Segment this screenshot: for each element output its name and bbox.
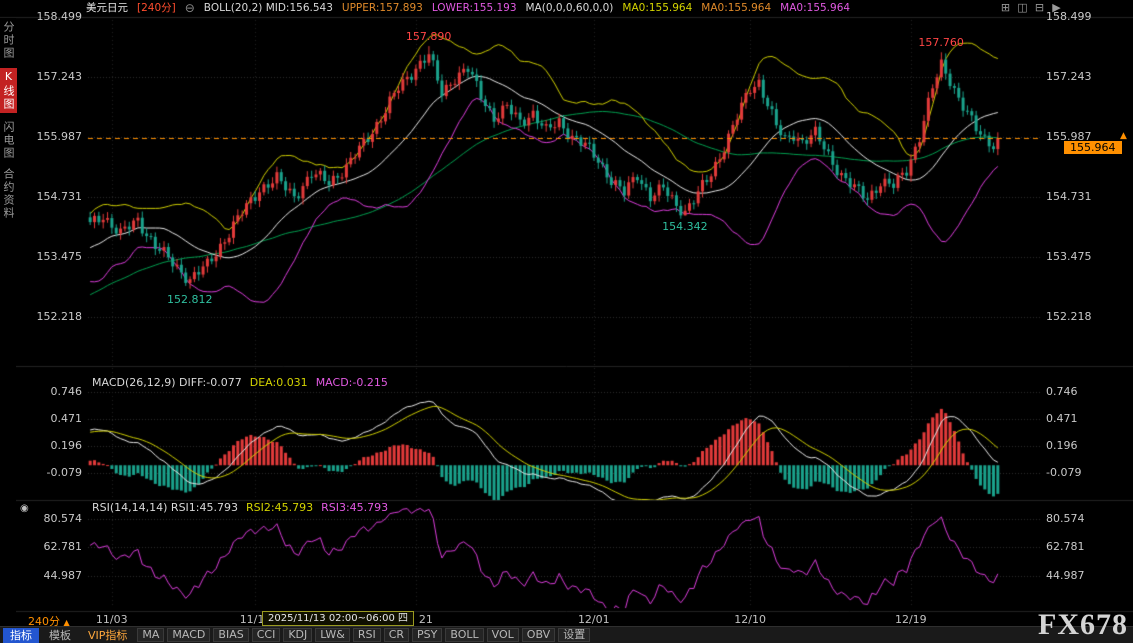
rsi-scale-label: 44.987 [1046,570,1085,582]
tab-contract-info[interactable]: 合约资料 [0,168,16,220]
tab-template[interactable]: 模板 [42,628,78,643]
layout-split-horizontal-icon[interactable]: ⊟ [1033,2,1046,14]
ma0-value-2: MA0:155.964 [701,0,771,17]
rsi-scale-label: 80.574 [1046,513,1085,525]
time-axis-label: 12/19 [895,613,927,626]
rsi-scale-label: 44.987 [34,570,82,582]
rsi-scale-label: 62.781 [34,541,82,553]
btn-ma[interactable]: MA [137,628,164,642]
rsi3-label: RSI3:45.793 [321,501,388,514]
macd-scale-label: 0.471 [1046,413,1078,425]
price-annotation: 154.342 [662,220,708,233]
rsi-scale-label: 80.574 [34,513,82,525]
btn-settings[interactable]: 设置 [558,628,590,642]
btn-lwr[interactable]: LW& [315,628,350,642]
boll-lower-label: LOWER:155.193 [432,0,517,17]
chart-header: 美元日元 [240分] ⊖ BOLL(20,2) MID:156.543 UPP… [86,0,850,17]
btn-psy[interactable]: PSY [412,628,442,642]
macd-scale-label: 0.746 [34,386,82,398]
tab-time-chart[interactable]: 分时图 [0,21,16,60]
macd-scale-label: 0.746 [1046,386,1078,398]
tab-flash-chart[interactable]: 闪电图 [0,121,16,160]
macd-value-label: MACD:-0.215 [316,376,388,389]
price-scale-label: 158.499 [34,11,82,23]
watermark: FX678 [1038,608,1128,642]
price-scale-label: 157.243 [34,71,82,83]
boll-indicator-label: BOLL(20,2) MID:156.543 [204,0,333,17]
zoom-out-icon[interactable]: ⊖ [185,0,195,17]
panel-marker-icon[interactable]: ◉ [20,503,29,514]
macd-header: MACD(26,12,9) DIFF:-0.077 DEA:0.031 MACD… [92,376,388,389]
layout-icon-group: ⊞ ◫ ⊟ ▶ [999,2,1063,14]
rsi2-label: RSI2:45.793 [246,501,313,514]
btn-cci[interactable]: CCI [252,628,281,642]
macd-title: MACD(26,12,9) DIFF:-0.077 [92,376,242,389]
symbol-title: 美元日元 [86,0,128,17]
current-price-arrow-icon: ▲ [1120,131,1127,141]
tab-kline-chart[interactable]: K线图 [0,68,17,113]
price-scale-label: 154.731 [34,191,82,203]
app-root: 美元日元 [240分] ⊖ BOLL(20,2) MID:156.543 UPP… [0,0,1133,643]
macd-dea-label: DEA:0.031 [250,376,308,389]
btn-vol[interactable]: VOL [487,628,519,642]
time-axis-label: 11/03 [96,613,128,626]
price-scale-label: 155.987 [34,131,82,143]
time-axis-label: 12/01 [578,613,610,626]
tab-vip-indicators[interactable]: VIP指标 [81,628,134,643]
tab-indicators[interactable]: 指标 [3,628,39,643]
time-axis-label: 11/1 [240,613,265,626]
macd-scale-label: 0.471 [34,413,82,425]
macd-scale-label: -0.079 [34,467,82,479]
price-annotation: 157.890 [406,30,452,43]
btn-rsi[interactable]: RSI [353,628,381,642]
price-scale-label: 152.218 [1046,311,1092,323]
price-scale-label: 153.475 [1046,251,1092,263]
price-scale-label: 153.475 [34,251,82,263]
price-annotation: 152.812 [167,293,213,306]
bottom-toolbar: 指标模板VIP指标MAMACDBIAS CCIKDJLW&RSICRPSYBOLL… [0,626,1133,643]
price-scale-label: 152.218 [34,311,82,323]
time-axis-label: 21 [419,613,433,626]
rsi-scale-label: 62.781 [1046,541,1085,553]
btn-kdj[interactable]: KDJ [283,628,312,642]
ma0-value-1: MA0:155.964 [622,0,692,17]
boll-upper-label: UPPER:157.893 [342,0,423,17]
rsi-title: RSI(14,14,14) RSI1:45.793 [92,501,238,514]
btn-boll[interactable]: BOLL [445,628,483,642]
period-tag: [240分] [137,0,176,17]
sidebar: 分时图 K线图闪电图合约资料 [0,18,16,627]
macd-scale-label: 0.196 [1046,440,1078,452]
time-axis-label: 12/10 [734,613,766,626]
layout-grid-icon[interactable]: ⊞ [999,2,1012,14]
btn-bias[interactable]: BIAS [213,628,248,642]
crosshair-tooltip: 2025/11/13 02:00~06:00 四 [262,611,414,626]
price-scale-label: 157.243 [1046,71,1092,83]
price-annotation: 157.760 [918,36,964,49]
btn-cr[interactable]: CR [384,628,409,642]
layout-split-vertical-icon[interactable]: ◫ [1016,2,1029,14]
macd-scale-label: 0.196 [34,440,82,452]
layout-next-icon[interactable]: ▶ [1050,2,1063,14]
rsi-header: RSI(14,14,14) RSI1:45.793 RSI2:45.793 RS… [92,501,388,514]
price-chart-canvas[interactable] [0,0,1133,643]
ma0-value-3: MA0:155.964 [780,0,850,17]
btn-macd[interactable]: MACD [167,628,210,642]
current-price-tag: 155.964 [1064,141,1122,154]
macd-scale-label: -0.079 [1046,467,1081,479]
time-axis: 240分 ▲ 2025/11/13 02:00~06:00 四 11/0311/… [0,612,1133,627]
price-scale-label: 154.731 [1046,191,1092,203]
ma-indicator-label: MA(0,0,0,60,0,0) [526,0,614,17]
btn-obv[interactable]: OBV [522,628,555,642]
